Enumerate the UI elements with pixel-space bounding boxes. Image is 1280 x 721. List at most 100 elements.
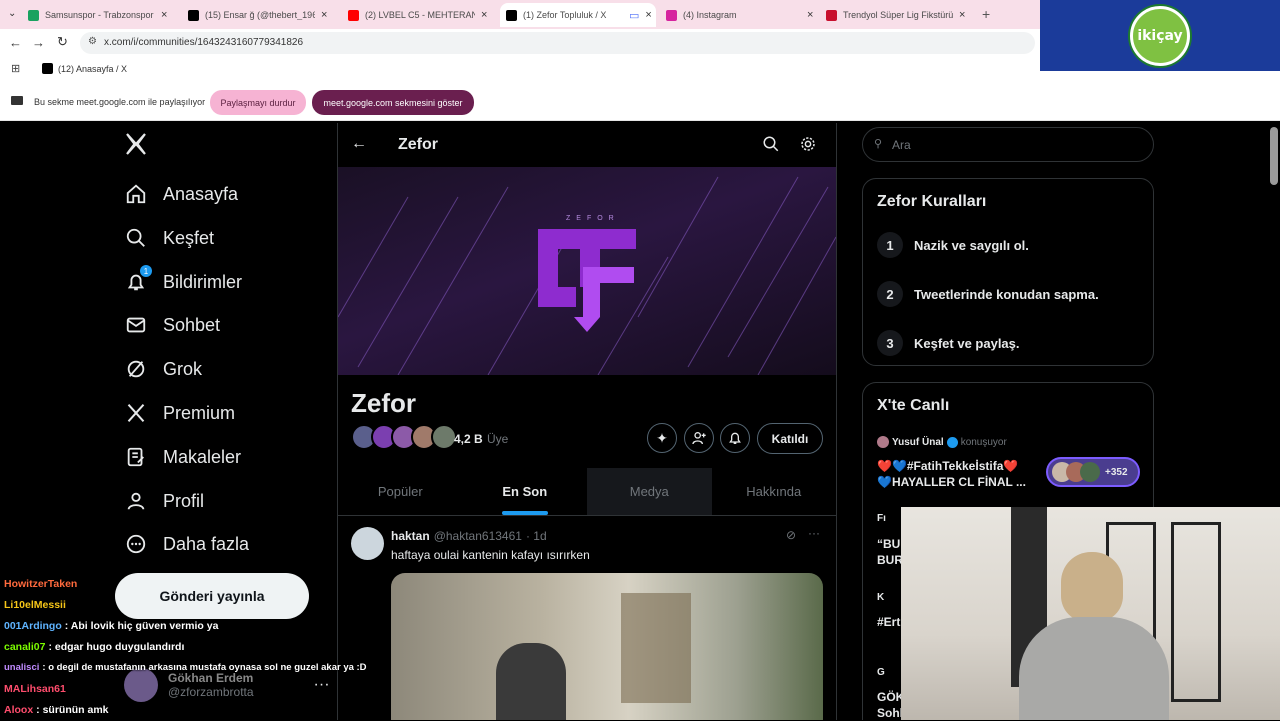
more-dots-icon[interactable]: ···	[314, 676, 330, 694]
live-title: X'te Canlı	[877, 397, 950, 414]
nav-label: Anasayfa	[163, 183, 239, 204]
close-icon[interactable]: ×	[321, 9, 327, 21]
browser-tab[interactable]: (15) Ensar ğ (@thebert_1967) / X ×	[188, 3, 327, 27]
url-text: x.com/i/communities/1643243160779341826	[104, 37, 304, 48]
avatar[interactable]	[351, 527, 384, 560]
webcam-person-head	[1061, 552, 1123, 622]
tab-media[interactable]: Medya	[587, 468, 712, 515]
rule-number: 1	[877, 232, 903, 258]
nav-explore[interactable]: Keşfet	[124, 218, 214, 258]
sharing-icon: ▭	[629, 9, 640, 22]
nav-premium[interactable]: Premium	[124, 393, 235, 433]
nav-notifications[interactable]: 1 Bildirimler	[124, 262, 242, 302]
post-time[interactable]: · 1d	[526, 529, 547, 543]
rule-text: Nazik ve saygılı ol.	[914, 237, 1029, 253]
space-title-line: ❤️💙#FatihTekkeİstifa❤️	[877, 459, 1019, 473]
chat-user: MALihsan61	[4, 683, 66, 695]
home-icon	[124, 182, 148, 206]
close-icon[interactable]: ×	[959, 9, 965, 21]
browser-tab[interactable]: (4) Instagram ×	[666, 3, 813, 27]
space-title[interactable]: ❤️💙#FatihTekkeİstifa❤️ 💙HAYALLER CL FİNA…	[877, 458, 1026, 490]
reload-icon[interactable]: ↻	[57, 34, 68, 50]
search-icon[interactable]	[762, 135, 780, 158]
space-title-line: 💙HAYALLER CL FİNAL ...	[877, 475, 1026, 489]
close-icon[interactable]: ×	[161, 9, 167, 21]
rule-item: 1 Nazik ve saygılı ol.	[877, 232, 1029, 258]
forward-icon[interactable]: →	[32, 35, 45, 50]
x-home-logo[interactable]	[124, 132, 148, 161]
tab-title: (1) Zefor Topluluk / X	[523, 10, 607, 20]
bookmark-item[interactable]: (12) Anasayfa / X	[42, 63, 127, 74]
post-author[interactable]: haktan	[391, 529, 430, 543]
url-field[interactable]: ⚙ x.com/i/communities/164324316077934182…	[80, 32, 1035, 54]
tab-popular[interactable]: Popüler	[338, 468, 463, 515]
apps-grid-icon[interactable]: ⊞	[11, 62, 20, 75]
chat-message: Aloox: sürünün amk	[4, 704, 109, 716]
nav-messages[interactable]: Sohbet	[124, 305, 220, 345]
member-avatars[interactable]	[351, 424, 457, 450]
listener-count: +352	[1105, 466, 1128, 478]
nav-articles[interactable]: Makaleler	[124, 437, 241, 477]
tab-search-icon[interactable]: ⌄	[8, 8, 16, 19]
rule-number: 2	[877, 281, 903, 307]
member-label: Üye	[487, 432, 509, 446]
close-icon[interactable]: ×	[481, 9, 487, 21]
chat-message: Li10elMessii	[4, 599, 69, 611]
close-icon[interactable]: ×	[807, 9, 813, 21]
nav-label: Profil	[163, 490, 205, 511]
community-tabs: Popüler En Son Medya Hakkında	[338, 468, 836, 516]
nav-label: Keşfet	[163, 227, 215, 248]
browser-tab-active[interactable]: (1) Zefor Topluluk / X ▭ ×	[500, 3, 656, 27]
listener-pill[interactable]: +352	[1046, 457, 1140, 487]
search-field[interactable]: ⚲ Ara	[862, 127, 1154, 162]
tab-about[interactable]: Hakkında	[712, 468, 837, 515]
post-button[interactable]: Gönderi yayınla	[115, 573, 309, 619]
tab-title: (2) LVBEL C5 - MEHTERAN REMIX	[365, 10, 475, 20]
site-info-icon[interactable]: ⚙	[88, 36, 97, 47]
instagram-icon	[666, 9, 677, 21]
gear-icon[interactable]	[799, 135, 817, 158]
partial-space-host: K	[877, 592, 885, 603]
back-icon[interactable]: ←	[9, 35, 22, 50]
show-meet-tab-button[interactable]: meet.google.com sekmesini göster	[312, 90, 474, 115]
nav-label: Daha fazla	[163, 533, 250, 554]
scrollbar-thumb[interactable]	[1270, 127, 1278, 185]
host-status: konuşuyor	[960, 436, 1007, 448]
nav-profile[interactable]: Profil	[124, 481, 204, 521]
webcam-person-body	[1019, 617, 1169, 720]
post-video[interactable]	[391, 573, 823, 720]
video-figure	[496, 643, 566, 720]
account-switcher[interactable]: Gökhan Erdem @zforzambrotta ···	[124, 668, 330, 702]
chat-text: edgar hugo duygulandırdı	[54, 641, 185, 653]
article-icon	[124, 445, 148, 469]
verified-icon	[946, 436, 958, 448]
browser-tab[interactable]: Samsunspor - Trabzonspor canlı ×	[28, 3, 167, 27]
notification-badge: 1	[140, 265, 152, 277]
post-handle[interactable]: @haktan613461	[434, 529, 522, 543]
share-status-text: Bu sekme meet.google.com ile paylaşılıyo…	[34, 97, 206, 107]
stop-sharing-button[interactable]: Paylaşmayı durdur	[210, 90, 306, 115]
back-arrow-icon[interactable]: ←	[351, 135, 367, 153]
space-host[interactable]: Yusuf Ünal konuşuyor	[877, 436, 1007, 448]
notification-bell-icon[interactable]	[720, 423, 750, 453]
more-dots-icon[interactable]: ···	[808, 526, 820, 540]
add-user-icon[interactable]	[684, 423, 714, 453]
nav-grok[interactable]: Grok	[124, 349, 202, 389]
joined-button[interactable]: Katıldı	[757, 423, 823, 454]
rules-card: Zefor Kuralları 1 Nazik ve saygılı ol. 2T…	[862, 178, 1154, 366]
webcam-overlay	[901, 507, 1280, 720]
search-icon: ⚲	[874, 138, 883, 150]
nav-label: Premium	[163, 402, 236, 423]
new-tab-button[interactable]: +	[982, 6, 990, 22]
grok-icon[interactable]: ⊘	[786, 528, 796, 542]
sparkle-icon[interactable]: ✦	[647, 423, 677, 453]
post-header: haktan @haktan613461 · 1d	[391, 529, 547, 543]
browser-tab[interactable]: Trendyol Süper Lig Fikstürü ve Pu ×	[826, 3, 965, 27]
nav-more[interactable]: Daha fazla	[124, 524, 249, 564]
tab-latest[interactable]: En Son	[463, 468, 588, 515]
bookmark-label: (12) Anasayfa / X	[58, 63, 128, 74]
nav-home[interactable]: Anasayfa	[124, 174, 238, 214]
browser-tab[interactable]: (2) LVBEL C5 - MEHTERAN REMIX ×	[348, 3, 487, 27]
chat-text: o degil de mustafanın arkasına mustafa o…	[48, 662, 367, 673]
close-icon[interactable]: ×	[645, 9, 651, 21]
